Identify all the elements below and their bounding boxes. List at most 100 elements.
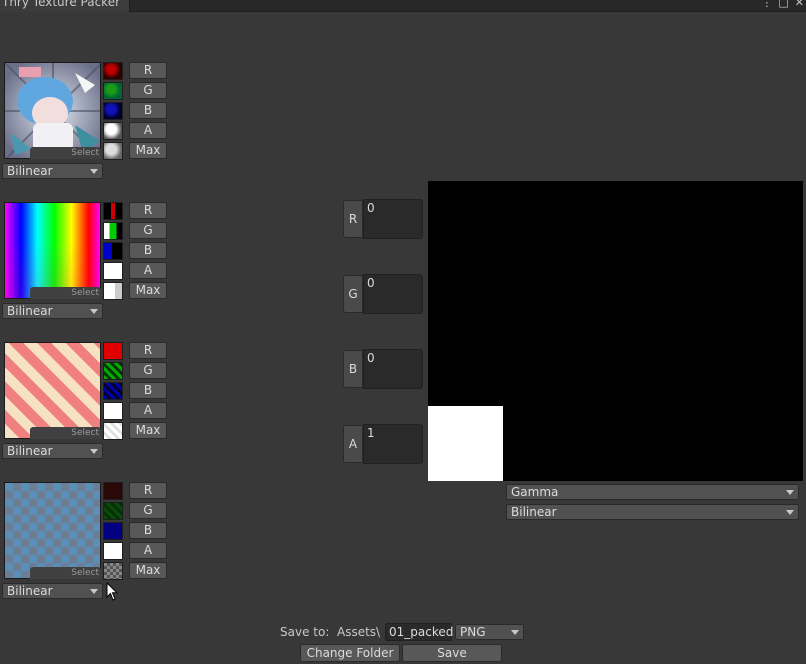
channel-button-r[interactable]: R [129, 342, 167, 359]
output-value-field-a[interactable]: 1 [363, 424, 423, 464]
channel-button-b[interactable]: B [129, 382, 167, 399]
texture-thumbnail-hue-gradient[interactable] [4, 202, 101, 299]
channel-button-r[interactable]: R [129, 202, 167, 219]
chevron-down-icon [786, 510, 794, 515]
channel-swatch-a [103, 262, 123, 280]
output-value-field-g[interactable]: 0 [363, 274, 423, 314]
channel-swatch-max [103, 142, 123, 160]
channel-button-a[interactable]: A [129, 542, 167, 559]
filter-dropdown[interactable]: Bilinear [2, 443, 103, 459]
channel-button-max[interactable]: Max [129, 562, 167, 579]
channel-swatch-b [103, 382, 123, 400]
output-value-field-b[interactable]: 0 [363, 349, 423, 389]
save-to-label: Save to: [280, 625, 330, 639]
filename-input[interactable]: 01_packed [385, 623, 453, 641]
change-folder-button[interactable]: Change Folder [300, 644, 400, 662]
channel-swatch-g [103, 82, 123, 100]
filter-dropdown-value: Bilinear [7, 164, 53, 178]
channel-button-b[interactable]: B [129, 102, 167, 119]
gradient-overlay [5, 203, 100, 298]
channel-swatch-a [103, 122, 123, 140]
channel-swatch-r [103, 202, 123, 220]
filter-dropdown-value: Bilinear [7, 584, 53, 598]
channel-swatch-b [103, 242, 123, 260]
texture-thumbnail-stripes[interactable] [4, 342, 101, 439]
chevron-down-icon [90, 449, 98, 454]
channel-swatch-a [103, 542, 123, 560]
file-format-value: PNG [460, 625, 486, 639]
channel-button-max[interactable]: Max [129, 282, 167, 299]
input-slot-2: Select R G B A Max Bilinear [0, 202, 170, 322]
channel-button-r[interactable]: R [129, 482, 167, 499]
color-space-dropdown[interactable]: Gamma [506, 484, 799, 500]
channel-swatch-max [103, 422, 123, 440]
input-slot-4: Select R G B A Max Bilinear [0, 482, 170, 602]
output-channel-label-r: R [343, 200, 363, 238]
channel-swatch-max [103, 562, 123, 580]
maximize-icon[interactable]: □ [778, 0, 788, 9]
channel-swatch-a [103, 402, 123, 420]
window-controls: ⋮ □ ✕ [761, 0, 804, 9]
channel-swatch-g [103, 362, 123, 380]
chevron-down-icon [511, 630, 519, 635]
preview-filter-value: Bilinear [511, 505, 557, 519]
channel-preview-strip [103, 342, 123, 442]
channel-swatch-g [103, 502, 123, 520]
filter-dropdown-value: Bilinear [7, 304, 53, 318]
channel-swatch-r [103, 62, 123, 80]
channel-swatch-r [103, 342, 123, 360]
packed-texture-preview-alpha-region [428, 406, 503, 481]
output-channel-label-b: B [343, 350, 363, 388]
select-texture-button[interactable]: Select [30, 427, 101, 439]
select-texture-button[interactable]: Select [30, 147, 101, 159]
select-texture-button[interactable]: Select [30, 287, 101, 299]
texture-thumbnail-checker[interactable] [4, 482, 101, 579]
channel-button-a[interactable]: A [129, 122, 167, 139]
chevron-down-icon [786, 490, 794, 495]
channel-button-g[interactable]: G [129, 502, 167, 519]
window-titlebar: Thry Texture Packer ⋮ □ ✕ [0, 0, 806, 12]
save-folder-path: Assets\ [337, 625, 381, 639]
channel-button-r[interactable]: R [129, 62, 167, 79]
file-format-dropdown[interactable]: PNG [455, 624, 524, 640]
channel-button-a[interactable]: A [129, 402, 167, 419]
filter-dropdown[interactable]: Bilinear [2, 303, 103, 319]
channel-swatch-b [103, 102, 123, 120]
save-button[interactable]: Save [402, 644, 502, 662]
select-texture-button[interactable]: Select [30, 567, 101, 579]
filter-dropdown[interactable]: Bilinear [2, 583, 103, 599]
output-channel-label-a: A [343, 425, 363, 463]
channel-swatch-g [103, 222, 123, 240]
chevron-down-icon [90, 169, 98, 174]
window-title-tab[interactable]: Thry Texture Packer [0, 0, 130, 12]
close-icon[interactable]: ✕ [795, 0, 804, 9]
channel-button-b[interactable]: B [129, 522, 167, 539]
output-value-field-r[interactable]: 0 [363, 199, 423, 239]
channel-preview-strip [103, 202, 123, 302]
filter-dropdown[interactable]: Bilinear [2, 163, 103, 179]
channel-swatch-max [103, 282, 123, 300]
input-slot-1: Select R G B A Max Bilinear [0, 62, 170, 182]
channel-button-g[interactable]: G [129, 362, 167, 379]
more-options-icon[interactable]: ⋮ [761, 0, 772, 9]
texture-thumbnail-character[interactable] [4, 62, 101, 159]
output-channel-label-g: G [343, 275, 363, 313]
channel-swatch-r [103, 482, 123, 500]
channel-button-max[interactable]: Max [129, 422, 167, 439]
channel-preview-strip [103, 482, 123, 582]
channel-button-max[interactable]: Max [129, 142, 167, 159]
channel-swatch-b [103, 522, 123, 540]
chevron-down-icon [90, 589, 98, 594]
channel-preview-strip [103, 62, 123, 162]
channel-button-b[interactable]: B [129, 242, 167, 259]
channel-button-g[interactable]: G [129, 222, 167, 239]
channel-button-g[interactable]: G [129, 82, 167, 99]
preview-filter-dropdown[interactable]: Bilinear [506, 504, 799, 520]
color-space-value: Gamma [511, 485, 559, 499]
channel-button-a[interactable]: A [129, 262, 167, 279]
mouse-cursor-icon [106, 582, 118, 601]
input-slot-3: Select R G B A Max Bilinear [0, 342, 170, 462]
chevron-down-icon [90, 309, 98, 314]
filter-dropdown-value: Bilinear [7, 444, 53, 458]
character-image [5, 63, 100, 158]
